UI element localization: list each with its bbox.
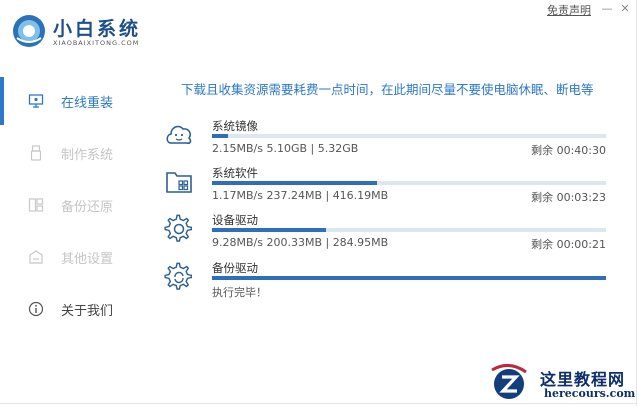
download-notice: 下载且收集资源需要耗费一点时间，在此期间尽量不要使电脑休眠、断电等 bbox=[181, 82, 594, 97]
sidebar-item-backup-restore[interactable]: 备份还原 bbox=[0, 181, 140, 229]
installer-window: 小白系统 XIAOBAIXITONG.COM 免责声明 — ✕ 在线重装 制作系… bbox=[0, 0, 637, 406]
gear-refresh-icon bbox=[164, 262, 193, 290]
download-name: 备份驱动 bbox=[212, 261, 258, 275]
download-status: 执行完毕！ bbox=[212, 286, 267, 299]
download-remaining: 剩余 00:00:21 bbox=[531, 238, 606, 251]
download-progress-bar bbox=[212, 181, 606, 185]
download-item-system-image: 系统镜像 2.15MB/s 5.10GB | 5.32GB 剩余 00:40:3… bbox=[160, 118, 610, 164]
sidebar: 在线重装 制作系统 备份还原 其他设置 关于我们 bbox=[0, 74, 140, 354]
download-progress-fill bbox=[212, 134, 228, 138]
app-subtitle: XIAOBAIXITONG.COM bbox=[53, 39, 140, 47]
download-item-system-software: 系统软件 1.17MB/s 237.24MB | 416.19MB 剩余 00:… bbox=[160, 165, 610, 211]
download-stats: 9.28MB/s 200.33MB | 284.95MB bbox=[212, 236, 389, 249]
download-progress-fill bbox=[212, 228, 327, 232]
download-progress-bar bbox=[212, 276, 606, 280]
download-name: 设备驱动 bbox=[212, 213, 258, 227]
download-item-device-driver: 设备驱动 9.28MB/s 200.33MB | 284.95MB 剩余 00:… bbox=[160, 212, 610, 258]
watermark-logo-icon bbox=[491, 364, 527, 399]
sidebar-item-other-settings[interactable]: 其他设置 bbox=[0, 233, 140, 281]
download-stats: 1.17MB/s 237.24MB | 416.19MB bbox=[212, 189, 389, 202]
sidebar-item-label: 关于我们 bbox=[61, 303, 114, 319]
minimize-button[interactable]: — bbox=[600, 2, 614, 16]
folder-apps-icon bbox=[166, 172, 192, 193]
sidebar-item-make-system[interactable]: 制作系统 bbox=[0, 129, 140, 177]
download-progress-bar bbox=[212, 134, 606, 138]
usb-icon bbox=[30, 145, 42, 161]
download-remaining: 剩余 00:40:30 bbox=[531, 144, 606, 157]
watermark: 这里教程网 herecours.com bbox=[480, 360, 637, 406]
download-progress-fill bbox=[212, 181, 378, 185]
smiley-cloud-icon bbox=[166, 125, 192, 144]
download-item-backup-driver: 备份驱动 执行完毕！ bbox=[160, 260, 610, 306]
sidebar-item-label: 制作系统 bbox=[61, 147, 114, 163]
download-progress-bar bbox=[212, 228, 606, 232]
logo-icon bbox=[13, 15, 45, 47]
gear-icon bbox=[164, 214, 193, 242]
download-stats: 2.15MB/s 5.10GB | 5.32GB bbox=[212, 142, 359, 155]
settings-box-icon bbox=[29, 250, 43, 264]
watermark-url: herecours.com bbox=[544, 387, 636, 400]
download-remaining: 剩余 00:03:23 bbox=[531, 191, 606, 204]
monitor-icon bbox=[28, 94, 44, 108]
info-icon bbox=[28, 301, 44, 317]
sidebar-item-label: 其他设置 bbox=[61, 251, 114, 267]
close-button[interactable]: ✕ bbox=[618, 2, 632, 16]
sidebar-item-label: 在线重装 bbox=[61, 95, 114, 111]
download-progress-fill bbox=[212, 276, 606, 280]
sidebar-item-about-us[interactable]: 关于我们 bbox=[0, 285, 140, 333]
sidebar-item-label: 备份还原 bbox=[61, 199, 114, 215]
backup-icon bbox=[28, 198, 44, 212]
sidebar-item-online-reinstall[interactable]: 在线重装 bbox=[0, 77, 140, 125]
app-title: 小白系统 bbox=[53, 18, 142, 40]
disclaimer-link[interactable]: 免责声明 bbox=[547, 2, 591, 18]
download-name: 系统镜像 bbox=[212, 119, 258, 133]
download-name: 系统软件 bbox=[212, 166, 258, 180]
